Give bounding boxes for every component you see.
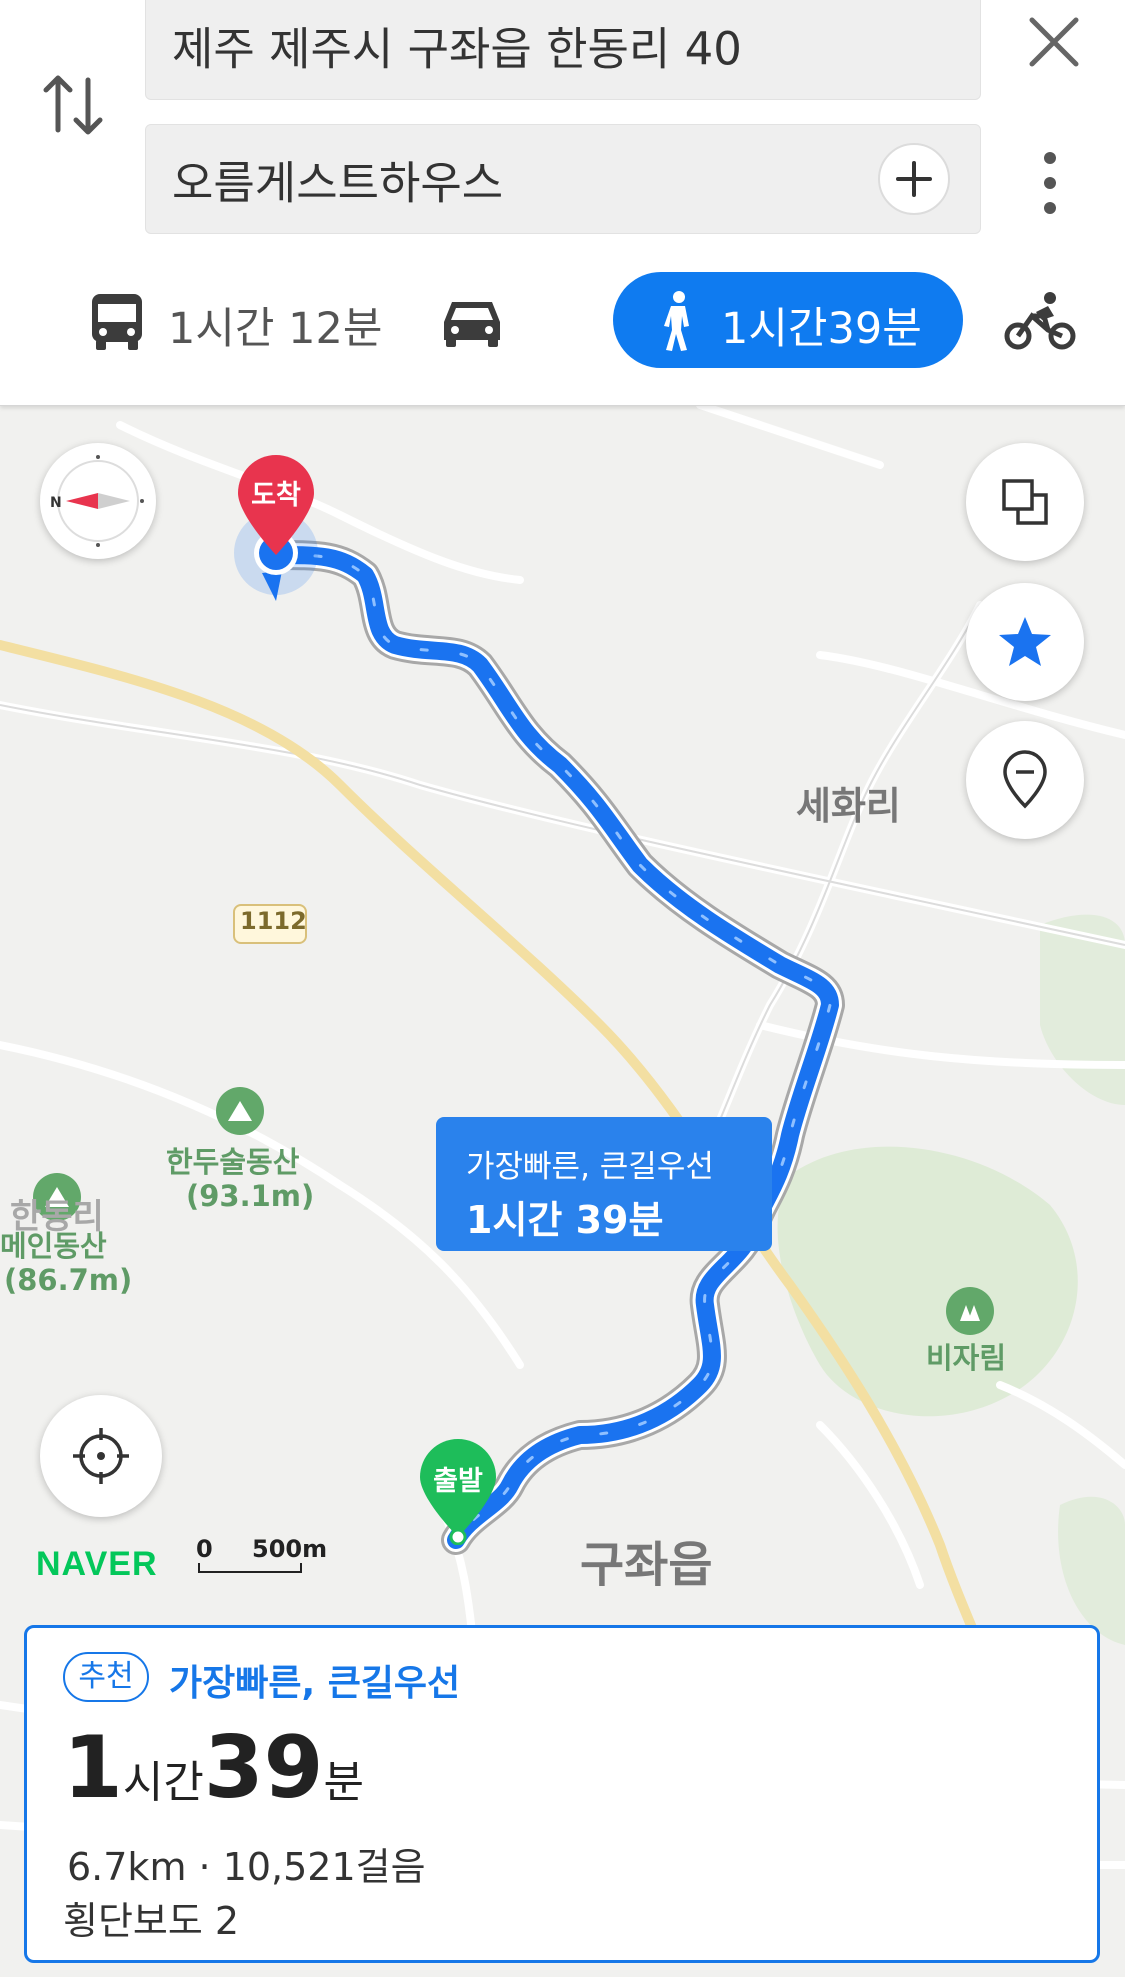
distance-steps: 6.7km · 10,521걸음 bbox=[67, 1845, 426, 1889]
compass-icon: N bbox=[50, 455, 144, 547]
crosshair-icon bbox=[73, 1428, 129, 1484]
svg-text:N: N bbox=[50, 495, 62, 511]
map-pin-icon bbox=[1003, 750, 1047, 809]
duration-hours-unit: 시간 bbox=[122, 1757, 204, 1808]
destination-field[interactable]: 오름게스트하우스 bbox=[145, 124, 981, 234]
destination-text: 오름게스트하우스 bbox=[172, 156, 504, 210]
route-search-header: 제주 제주시 구좌읍 한동리 40 오름게스트하우스 1시간 12분 1시간39… bbox=[0, 0, 1125, 406]
more-options-button[interactable] bbox=[1030, 150, 1070, 216]
current-location-button[interactable] bbox=[40, 1395, 162, 1517]
favorite-button[interactable] bbox=[966, 583, 1084, 701]
walk-time: 1시간39분 bbox=[721, 304, 922, 354]
swap-vertical-icon[interactable] bbox=[40, 68, 106, 144]
origin-field[interactable]: 제주 제주시 구좌읍 한동리 40 bbox=[145, 0, 981, 100]
route-bubble-type: 가장빠른, 큰길우선 bbox=[466, 1149, 714, 1185]
naver-logo: NAVER bbox=[36, 1545, 158, 1583]
tab-car[interactable] bbox=[440, 270, 520, 370]
map-label-mein-height: (86.7m) bbox=[4, 1263, 133, 1297]
origin-text: 제주 제주시 구좌읍 한동리 40 bbox=[172, 22, 742, 76]
route-summary-card[interactable]: 추천 가장빠른, 큰길우선 1시간39분 6.7km · 10,521걸음 횡단… bbox=[24, 1625, 1100, 1963]
tab-walk[interactable]: 1시간39분 bbox=[613, 272, 963, 368]
map-label-handusul: 한두술동산 bbox=[166, 1145, 300, 1179]
star-icon bbox=[999, 617, 1051, 666]
close-icon bbox=[1029, 17, 1079, 67]
scale-zero: 0 bbox=[196, 1535, 213, 1563]
transport-mode-tabs: 1시간 12분 1시간39분 bbox=[0, 270, 1125, 370]
bicycle-icon bbox=[1004, 292, 1076, 350]
route-info-bubble[interactable]: 가장빠른, 큰길우선 1시간 39분 bbox=[436, 1117, 772, 1251]
walk-icon bbox=[664, 291, 689, 351]
layers-icon bbox=[1002, 479, 1048, 525]
map-label-gujwaeup: 구좌읍 bbox=[580, 1537, 713, 1593]
scale-bar bbox=[198, 1563, 302, 1573]
more-vertical-icon bbox=[1044, 152, 1056, 214]
location-pin-button[interactable] bbox=[966, 721, 1084, 839]
road-number-label: 1112 bbox=[240, 907, 307, 935]
arrival-pin[interactable]: 도착 bbox=[236, 453, 316, 557]
route-duration: 1시간39분 bbox=[63, 1718, 364, 1818]
scale-distance: 500m bbox=[252, 1535, 328, 1563]
arrival-pin-label: 도착 bbox=[251, 480, 301, 511]
map-label-bijarim: 비자림 bbox=[926, 1341, 1007, 1375]
compass-button[interactable]: N bbox=[40, 443, 156, 559]
recommended-badge: 추천 bbox=[63, 1652, 149, 1702]
map-label-mein: 메인동산 bbox=[0, 1229, 107, 1263]
duration-minutes: 39 bbox=[203, 1718, 324, 1818]
crosswalk-count: 횡단보도 2 bbox=[63, 1899, 240, 1943]
map-label-sehwari: 세화리 bbox=[796, 784, 901, 828]
car-icon bbox=[444, 302, 500, 347]
duration-minutes-unit: 분 bbox=[323, 1757, 364, 1808]
close-button[interactable] bbox=[1024, 12, 1084, 72]
tab-transit[interactable]: 1시간 12분 bbox=[82, 270, 402, 370]
departure-pin-label: 출발 bbox=[433, 1466, 483, 1497]
transit-time: 1시간 12분 bbox=[168, 304, 383, 354]
departure-pin[interactable]: 출발 bbox=[418, 1437, 498, 1546]
add-waypoint-button[interactable] bbox=[878, 143, 950, 215]
layers-button[interactable] bbox=[966, 443, 1084, 561]
route-bubble-time: 1시간 39분 bbox=[466, 1198, 664, 1242]
bus-icon bbox=[92, 294, 142, 350]
map-scale: 0 500m bbox=[196, 1535, 328, 1575]
plus-icon bbox=[896, 161, 932, 197]
duration-hours: 1 bbox=[63, 1718, 123, 1818]
tab-bicycle[interactable] bbox=[1004, 270, 1094, 370]
route-title: 가장빠른, 큰길우선 bbox=[169, 1663, 461, 1704]
map-label-handusul-height: (93.1m) bbox=[186, 1179, 315, 1213]
